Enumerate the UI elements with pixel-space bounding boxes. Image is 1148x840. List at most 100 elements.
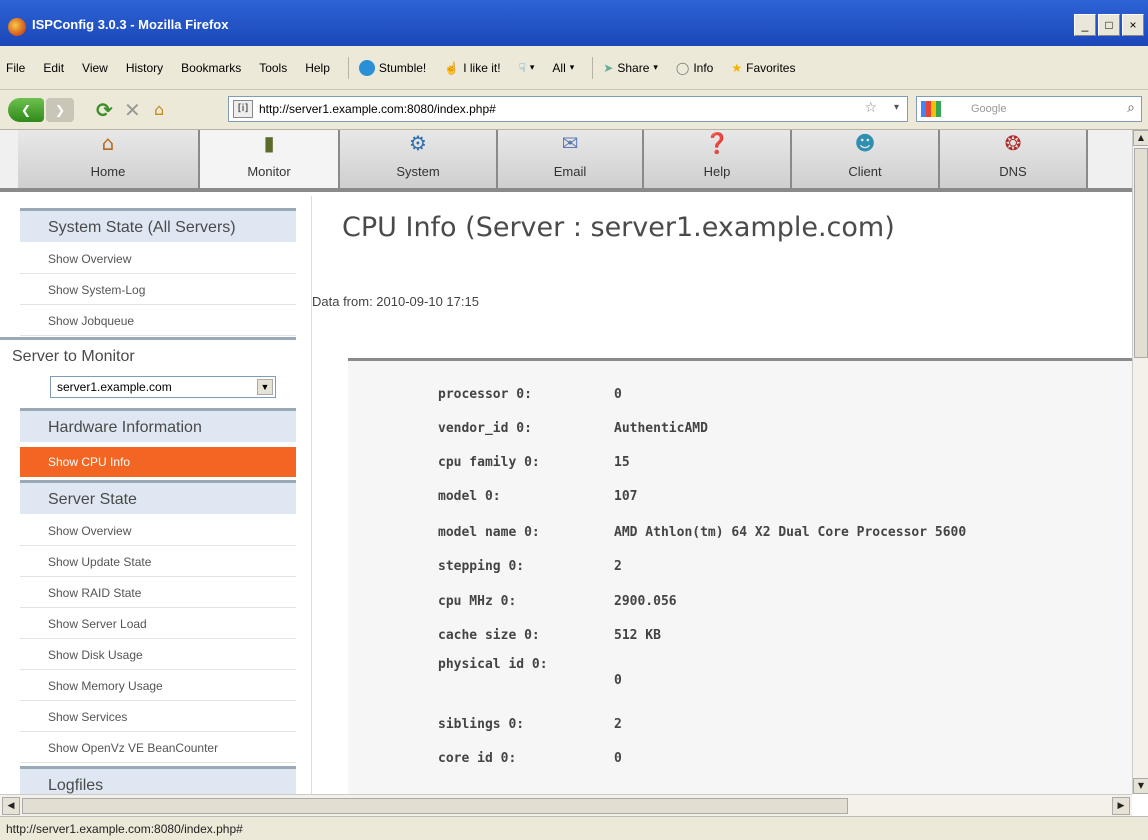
sidebar-item-show-overview[interactable]: Show Overview (20, 244, 296, 274)
sidebar-section-logfiles: Logfiles (20, 766, 296, 794)
search-placeholder[interactable]: Google (971, 103, 1006, 115)
forward-arrow-icon: ❯ (54, 103, 66, 117)
row-value: 512 KB (614, 628, 661, 643)
vertical-scrollbar[interactable]: ▲ ▼ (1132, 130, 1148, 794)
sidebar-item-show-overview-server[interactable]: Show Overview (20, 516, 296, 546)
server-select[interactable]: server1.example.com ▼ (50, 376, 276, 398)
thumbs-down-button[interactable]: ☟ ▾ (519, 61, 535, 75)
sidebar-section-server-state: Server State (20, 480, 296, 514)
tab-home[interactable]: ⌂ Home (18, 130, 200, 188)
maximize-button[interactable]: □ (1098, 14, 1120, 36)
row-key: siblings 0: (438, 717, 525, 732)
tab-monitor[interactable]: ▮ Monitor (200, 130, 340, 188)
bookmark-star-icon[interactable]: ☆ (864, 100, 877, 116)
speech-bubble-icon: ◯ (675, 60, 690, 75)
dns-icon: ❂ (1004, 131, 1022, 155)
menu-edit[interactable]: Edit (43, 61, 64, 75)
minimize-button[interactable]: _ (1074, 14, 1096, 36)
chevron-down-icon: ▾ (569, 62, 575, 72)
sidebar-item-show-openvz-beancounter[interactable]: Show OpenVz VE BeanCounter (20, 733, 296, 763)
reload-button[interactable]: ⟳ (96, 98, 113, 122)
tab-client[interactable]: ☻ Client (792, 130, 940, 188)
data-from-timestamp: Data from: 2010-09-10 17:15 (312, 294, 479, 309)
sidebar-item-show-update-state[interactable]: Show Update State (20, 547, 296, 577)
url-text[interactable]: http://server1.example.com:8080/index.ph… (259, 102, 496, 116)
url-dropdown-icon[interactable]: ▾ (894, 102, 899, 113)
chevron-down-icon: ▾ (653, 62, 658, 72)
main-content: CPU Info (Server : server1.example.com) … (312, 196, 1132, 794)
system-icon: ⚙ (409, 131, 427, 155)
stumbleupon-icon (358, 59, 375, 76)
menu-history[interactable]: History (126, 61, 163, 75)
sidebar-item-show-raid-state[interactable]: Show RAID State (20, 578, 296, 608)
scroll-right-icon[interactable]: ▶ (1112, 797, 1130, 815)
row-value: 2 (614, 717, 622, 732)
stop-button[interactable]: ✕ (124, 98, 141, 122)
sidebar-item-show-jobqueue[interactable]: Show Jobqueue (20, 306, 296, 336)
scroll-down-icon[interactable]: ▼ (1133, 778, 1148, 794)
sidebar-item-show-disk-usage[interactable]: Show Disk Usage (20, 640, 296, 670)
stop-icon: ✕ (124, 98, 141, 122)
client-icon: ☻ (854, 131, 876, 155)
sidebar-item-show-system-log[interactable]: Show System-Log (20, 275, 296, 305)
tab-help[interactable]: ❓ Help (644, 130, 792, 188)
menubar: File Edit View History Bookmarks Tools H… (0, 46, 1148, 90)
share-button[interactable]: ➤ Share ▾ (603, 61, 658, 75)
row-key: processor 0: (438, 387, 532, 402)
menu-bookmarks[interactable]: Bookmarks (181, 61, 241, 75)
sidebar: System State (All Servers) Show Overview… (0, 196, 312, 794)
scroll-up-icon[interactable]: ▲ (1133, 130, 1148, 146)
window-titlebar: ISPConfig 3.0.3 - Mozilla Firefox _ □ × (0, 0, 1148, 46)
page-title: CPU Info (Server : server1.example.com) (342, 212, 895, 243)
site-identity-icon[interactable]: [i] (233, 100, 253, 118)
menu-view[interactable]: View (82, 61, 108, 75)
menu-help[interactable]: Help (305, 61, 330, 75)
search-bar[interactable]: Google ⌕ (916, 96, 1142, 122)
row-key: core id 0: (438, 751, 517, 766)
row-key: vendor_id 0: (438, 421, 532, 436)
info-button[interactable]: ◯ Info (676, 61, 713, 75)
vertical-scroll-thumb[interactable] (1134, 148, 1148, 358)
like-button[interactable]: ☝ I like it! (444, 61, 500, 75)
share-icon: ➤ (603, 60, 614, 75)
sidebar-item-show-server-load[interactable]: Show Server Load (20, 609, 296, 639)
email-icon: ✉ (561, 131, 579, 155)
menu-file[interactable]: File (6, 61, 25, 75)
scroll-left-icon[interactable]: ◀ (2, 797, 20, 815)
monitor-icon: ▮ (263, 131, 275, 155)
search-icon[interactable]: ⌕ (1127, 100, 1135, 116)
sidebar-item-show-memory-usage[interactable]: Show Memory Usage (20, 671, 296, 701)
tab-system[interactable]: ⚙ System (340, 130, 498, 188)
forward-button[interactable]: ❯ (46, 98, 74, 122)
row-value: AMD Athlon(tm) 64 X2 Dual Core Processor… (614, 525, 967, 540)
row-key: physical id 0: (438, 657, 548, 672)
tab-dns[interactable]: ❂ DNS (940, 130, 1088, 188)
favorites-label: Favorites (746, 60, 796, 75)
menu-tools[interactable]: Tools (259, 61, 287, 75)
help-icon: ❓ (704, 131, 730, 155)
horizontal-scrollbar[interactable]: ◀ ▶ (0, 794, 1132, 816)
row-value: 0 (614, 387, 622, 402)
all-dropdown[interactable]: All ▾ (552, 61, 574, 75)
row-value: 0 (614, 751, 622, 766)
window-controls: _ □ × (1074, 14, 1144, 36)
back-button[interactable]: ❮ (8, 98, 44, 122)
close-button[interactable]: × (1122, 14, 1144, 36)
url-bar[interactable]: [i] http://server1.example.com:8080/inde… (228, 96, 908, 122)
reload-icon: ⟳ (96, 98, 113, 122)
stumble-button[interactable]: Stumble! (358, 59, 426, 76)
sidebar-item-show-cpu-info[interactable]: Show CPU Info (20, 447, 296, 477)
home-button[interactable]: ⌂ (154, 98, 164, 122)
tab-help-label: Help (703, 164, 731, 179)
tab-email[interactable]: ✉ Email (498, 130, 644, 188)
thumbs-down-icon: ☟ (518, 60, 526, 75)
google-search-engine-icon[interactable] (921, 101, 941, 117)
chevron-down-icon[interactable]: ▼ (257, 379, 273, 395)
row-key: model name 0: (438, 525, 540, 540)
tab-home-label: Home (90, 164, 126, 179)
favorites-button[interactable]: ★ Favorites (731, 61, 795, 75)
horizontal-scroll-thumb[interactable] (22, 798, 848, 814)
thumbs-up-icon: ☝ (444, 60, 460, 75)
server-to-monitor-label: Server to Monitor (0, 337, 296, 371)
sidebar-item-show-services[interactable]: Show Services (20, 702, 296, 732)
